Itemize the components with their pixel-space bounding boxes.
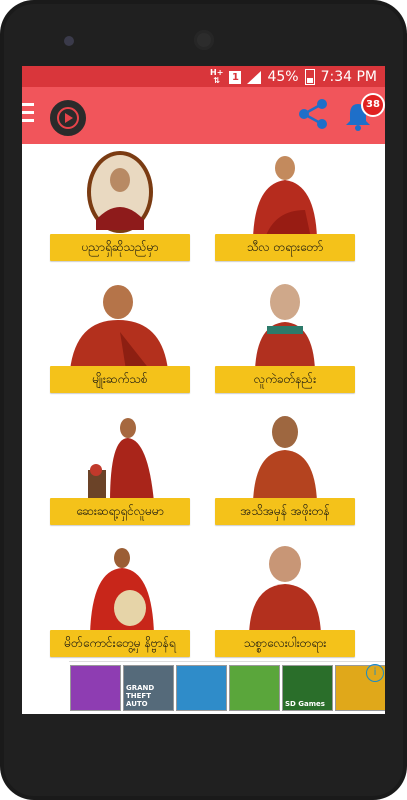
sim-slot-icon: 1 bbox=[229, 70, 242, 84]
monk-photo bbox=[70, 285, 168, 370]
play-circle-icon[interactable] bbox=[50, 100, 86, 136]
monk-photo bbox=[90, 548, 154, 634]
ad-tile-gta[interactable]: GRAND THEFT AUTO bbox=[123, 665, 174, 711]
signal-icon bbox=[247, 70, 262, 84]
share-icon[interactable] bbox=[296, 98, 330, 130]
screen: H+ ⇅ 1 45% 7:34 PM 38 ပညာရှိဆိုသည်မှာ သီ… bbox=[22, 66, 385, 714]
battery-percentage: 45% bbox=[267, 69, 299, 85]
monk-photo bbox=[253, 416, 317, 502]
monk-name-label[interactable]: မျိုးဆက်သစ် bbox=[50, 366, 190, 393]
monk-photo bbox=[249, 546, 321, 634]
notification-badge: 38 bbox=[361, 93, 385, 117]
app-bar: 38 bbox=[22, 87, 385, 144]
monk-photo bbox=[255, 284, 315, 370]
status-bar: H+ ⇅ 1 45% 7:34 PM bbox=[22, 66, 385, 87]
ad-banner[interactable]: GRAND THEFT AUTO SD Games i bbox=[69, 661, 385, 712]
hamburger-icon[interactable] bbox=[22, 103, 34, 125]
monk-name-label[interactable]: အသိအမှန် အဖိုးတန် bbox=[215, 498, 355, 525]
clock: 7:34 PM bbox=[320, 69, 377, 85]
monk-photo bbox=[88, 418, 154, 502]
monk-photo bbox=[87, 151, 153, 233]
network-type-icon: H+ ⇅ bbox=[210, 69, 223, 85]
ad-tile-fruit[interactable]: SD Games bbox=[282, 665, 333, 711]
monk-name-label[interactable]: မိတ်ကောင်းတွေ့မှ နိဗ္ဗာန်ရ bbox=[50, 630, 190, 657]
ad-tile-label: SD Games bbox=[285, 700, 325, 708]
network-arrows: ⇅ bbox=[213, 76, 221, 85]
ad-tile-croc[interactable] bbox=[229, 665, 280, 711]
monk-photo bbox=[253, 156, 317, 238]
front-camera bbox=[64, 36, 74, 46]
monk-grid: ပညာရှိဆိုသည်မှာ သီလ တရားတော် မျိုးဆက်သစ် bbox=[22, 144, 385, 666]
monk-name-label[interactable]: ပညာရှိဆိုသည်မှာ bbox=[50, 234, 190, 261]
monk-name-label[interactable]: ဆေးဆရာ့ရှင်လူမမာ bbox=[50, 498, 190, 525]
ad-tile-candy[interactable] bbox=[70, 665, 121, 711]
battery-icon bbox=[304, 69, 315, 85]
ad-tile-label: GRAND THEFT AUTO bbox=[126, 684, 155, 708]
monk-name-label[interactable]: လူကဲခတ်နည်း bbox=[215, 366, 355, 393]
monk-name-label[interactable]: သီလ တရားတော် bbox=[215, 234, 355, 261]
info-icon[interactable]: i bbox=[366, 664, 384, 682]
monk-name-label[interactable]: သစ္စာလေးပါးတရား bbox=[215, 630, 355, 657]
earpiece-speaker bbox=[194, 30, 214, 50]
ad-tile-ufo[interactable] bbox=[176, 665, 227, 711]
